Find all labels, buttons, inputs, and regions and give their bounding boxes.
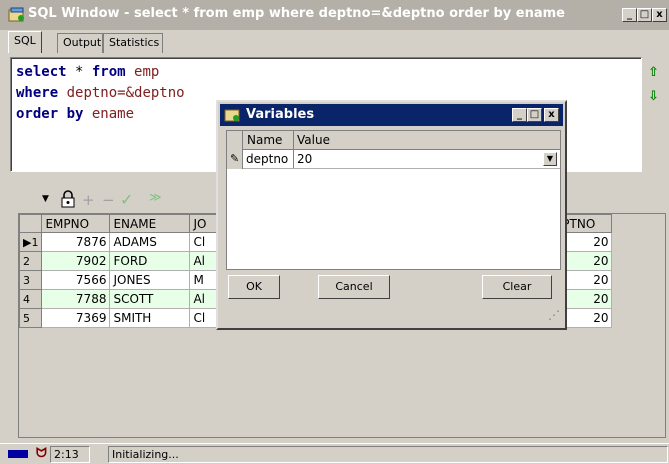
dialog-minimize-button[interactable]: _ xyxy=(512,108,527,122)
sql-token: emp xyxy=(125,64,160,80)
post-changes-icon[interactable]: ✓ xyxy=(120,190,133,209)
column-header-value[interactable]: Value xyxy=(297,133,330,147)
add-record-icon[interactable]: + xyxy=(82,191,95,209)
sql-token: deptno=&deptno xyxy=(58,85,185,101)
arrow-down-icon[interactable]: ⇩ xyxy=(648,89,659,104)
dialog-restore-button[interactable]: □ xyxy=(527,108,542,122)
status-message: Initializing... xyxy=(108,446,668,463)
column-header-name[interactable]: Name xyxy=(247,133,282,147)
row-header-corner xyxy=(19,214,43,233)
row-number[interactable]: 4 xyxy=(19,289,43,309)
variables-grid[interactable]: Name Value ✎ deptno 20 ▼ xyxy=(226,130,561,270)
edit-pencil-icon: ✎ xyxy=(230,152,240,165)
window-title-bar[interactable]: SQL Window - select * from emp where dep… xyxy=(0,0,669,30)
dialog-title-bar[interactable]: Variables _ □ x xyxy=(220,104,563,126)
minimize-button[interactable]: _ xyxy=(622,8,637,22)
row-number[interactable]: 5 xyxy=(19,308,43,328)
row-number[interactable]: 2 xyxy=(19,251,43,271)
arrow-up-icon[interactable]: ⇧ xyxy=(648,65,659,80)
cell-empno[interactable]: 7876 xyxy=(41,232,111,252)
resize-grip-icon[interactable]: ⋰ xyxy=(548,308,560,322)
delete-record-icon[interactable]: − xyxy=(102,191,115,209)
dialog-close-button[interactable]: x xyxy=(544,108,559,122)
cell-empno[interactable]: 7902 xyxy=(41,251,111,271)
row-number[interactable]: 3 xyxy=(19,270,43,290)
lock-icon[interactable] xyxy=(60,190,76,208)
sql-keyword: from xyxy=(91,64,126,80)
dropdown-arrow-icon[interactable]: ▼ xyxy=(42,194,49,204)
close-button[interactable]: x xyxy=(652,8,667,22)
spinner-icon: ᗢ xyxy=(36,446,47,461)
cell-ename[interactable]: ADAMS xyxy=(109,232,191,252)
variables-icon xyxy=(224,109,240,122)
row-number[interactable]: ▶1 xyxy=(19,232,43,252)
sql-keyword: where xyxy=(16,85,59,101)
clear-button[interactable]: Clear xyxy=(482,275,552,299)
variable-name: deptno xyxy=(246,152,289,166)
cell-ename[interactable]: SCOTT xyxy=(109,289,191,309)
column-header-empno[interactable]: EMPNO xyxy=(41,214,111,233)
sql-token: * xyxy=(66,64,92,80)
status-bar: ᗢ 2:13 Initializing... xyxy=(0,443,669,464)
cell-empno[interactable]: 7369 xyxy=(41,308,111,328)
sql-window-icon xyxy=(8,7,24,22)
restore-button[interactable]: □ xyxy=(637,8,652,22)
dialog-title: Variables xyxy=(246,107,315,122)
sql-token: ename xyxy=(83,106,135,122)
tab-statistics[interactable]: Statistics xyxy=(103,33,163,53)
editor-nav: ⇧ ⇩ xyxy=(644,57,666,172)
sql-keyword: order by xyxy=(16,106,84,122)
cell-ename[interactable]: SMITH xyxy=(109,308,191,328)
variables-dialog[interactable]: Variables _ □ x Name Value ✎ deptno 20 ▼… xyxy=(216,100,567,330)
column-header-ename[interactable]: ENAME xyxy=(109,214,191,233)
fetch-next-icon[interactable]: ≫ xyxy=(149,190,162,204)
cell-ename[interactable]: JONES xyxy=(109,270,191,290)
tab-sql[interactable]: SQL xyxy=(8,31,42,53)
editor-line[interactable]: select * from emp xyxy=(16,62,636,83)
value-dropdown-icon[interactable]: ▼ xyxy=(543,152,557,166)
variable-value-input[interactable]: 20 xyxy=(297,152,312,166)
status-time: 2:13 xyxy=(50,446,90,463)
cancel-button[interactable]: Cancel xyxy=(318,275,390,299)
cell-ename[interactable]: FORD xyxy=(109,251,191,271)
cell-empno[interactable]: 7788 xyxy=(41,289,111,309)
variables-header xyxy=(243,131,560,150)
connection-indicator-icon xyxy=(8,450,28,458)
tab-output[interactable]: Output xyxy=(57,33,103,53)
variable-row[interactable] xyxy=(243,150,560,169)
sql-keyword: select xyxy=(16,64,67,80)
cell-empno[interactable]: 7566 xyxy=(41,270,111,290)
window-title: SQL Window - select * from emp where dep… xyxy=(28,6,565,21)
ok-button[interactable]: OK xyxy=(228,275,280,299)
